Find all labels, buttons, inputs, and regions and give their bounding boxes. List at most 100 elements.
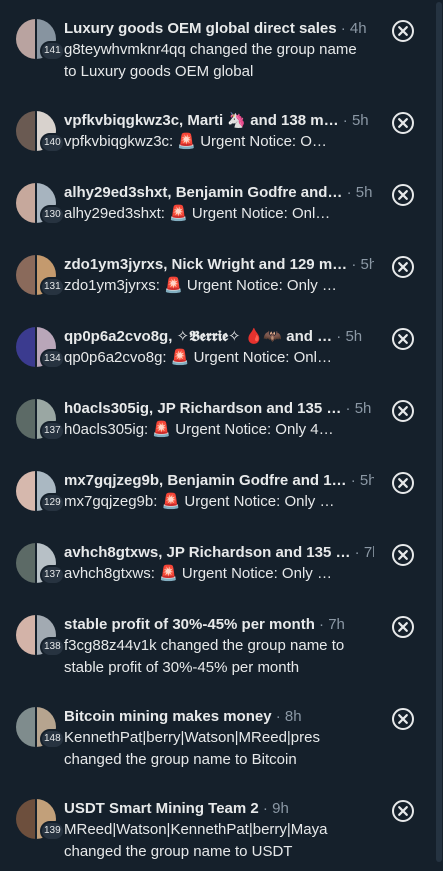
conversation-item[interactable]: 130 alhy29ed3shxt, Benjamin Godfre and… …	[0, 183, 433, 255]
separator-dot: ·	[338, 112, 352, 129]
member-count-badge: 131	[40, 277, 65, 297]
conversation-time: 5h	[345, 328, 363, 345]
conversation-header: avhch8gtxws, JP Richardson and 135 … · 7…	[64, 543, 374, 563]
close-button[interactable]	[389, 797, 417, 825]
avatar-divider	[35, 327, 37, 367]
avatar-divider	[35, 111, 37, 151]
member-count-badge: 137	[40, 421, 65, 441]
conversation-item[interactable]: 139 USDT Smart Mining Team 2 · 9h MReed|…	[0, 799, 433, 871]
avatar-left-photo	[16, 543, 36, 583]
conversation-time: 5h	[360, 256, 375, 273]
conversation-header: stable profit of 30%-45% per month · 7h	[64, 615, 374, 635]
message-preview: vpfkvbiqgkwz3c: 🚨 Urgent Notice: O…	[64, 133, 327, 150]
conversation-item[interactable]: 137 avhch8gtxws, JP Richardson and 135 ……	[0, 543, 433, 615]
conversation-time: 9h	[272, 800, 289, 817]
avatar-left-photo	[16, 183, 36, 223]
close-button[interactable]	[389, 469, 417, 497]
message-preview: avhch8gtxws: 🚨 Urgent Notice: Only …	[64, 565, 332, 582]
conversation-header: Luxury goods OEM global direct sales · 4…	[64, 19, 374, 39]
conversation-name: stable profit of 30%-45% per month	[64, 616, 315, 633]
conversation-item[interactable]: 148 Bitcoin mining makes money · 8h Kenn…	[0, 707, 433, 779]
close-circle-icon	[392, 20, 414, 42]
conversation-name: alhy29ed3shxt, Benjamin Godfre and…	[64, 184, 343, 201]
avatar-left-photo	[16, 255, 36, 295]
close-button[interactable]	[389, 705, 417, 733]
avatar-left-photo	[16, 471, 36, 511]
separator-dot: ·	[347, 256, 361, 273]
conversation-header: qp0p6a2cvo8g, ✧𝕭𝖊𝖗𝖗𝖎𝖊✧ 🩸🦇 and … · 5h	[64, 327, 374, 347]
conversation-item[interactable]: 141 Luxury goods OEM global direct sales…	[0, 19, 433, 91]
avatar-divider	[35, 799, 37, 839]
conversation-time: 5h	[351, 112, 369, 129]
avatar-divider	[35, 19, 37, 59]
conversation-time: 5h	[355, 184, 373, 201]
avatar-left-photo	[16, 19, 36, 59]
close-button[interactable]	[389, 17, 417, 45]
conversation-time: 8h	[284, 708, 302, 725]
member-count-badge: 140	[40, 133, 65, 153]
scrollbar[interactable]	[435, 0, 443, 864]
avatar-divider	[35, 615, 37, 655]
separator-dot: ·	[314, 616, 329, 633]
avatar-divider	[35, 543, 37, 583]
close-circle-icon	[392, 112, 414, 134]
avatar-left-photo	[16, 327, 36, 367]
conversation-time: 4h	[349, 20, 367, 37]
avatar-divider	[35, 471, 37, 511]
separator-dot: ·	[342, 184, 356, 201]
avatar-left-photo	[16, 111, 36, 151]
conversation-name: qp0p6a2cvo8g, ✧𝕭𝖊𝖗𝖗𝖎𝖊✧ 🩸🦇 and …	[64, 328, 333, 345]
avatar-left-photo	[16, 399, 36, 439]
conversation-header: mx7gqjzeg9b, Benjamin Godfre and 1… · 5h	[64, 471, 374, 491]
message-preview: mx7gqjzeg9b: 🚨 Urgent Notice: Only …	[64, 493, 335, 510]
conversation-time: 5h	[359, 472, 374, 489]
close-button[interactable]	[389, 109, 417, 137]
close-circle-icon	[392, 328, 414, 350]
message-preview: alhy29ed3shxt: 🚨 Urgent Notice: Onl…	[64, 205, 331, 222]
close-circle-icon	[392, 708, 414, 730]
conversation-item[interactable]: 131 zdo1ym3jyrxs, Nick Wright and 129 m……	[0, 255, 433, 327]
close-circle-icon	[392, 616, 414, 638]
conversation-item[interactable]: 134 qp0p6a2cvo8g, ✧𝕭𝖊𝖗𝖗𝖎𝖊✧ 🩸🦇 and … · 5h…	[0, 327, 433, 399]
close-circle-icon	[392, 800, 414, 822]
message-preview: zdo1ym3jyrxs: 🚨 Urgent Notice: Only …	[64, 277, 337, 294]
avatar-divider	[35, 707, 37, 747]
member-count-badge: 139	[40, 821, 65, 841]
close-circle-icon	[392, 544, 414, 566]
conversation-name: avhch8gtxws, JP Richardson and 135 …	[64, 544, 351, 561]
conversation-name: zdo1ym3jyrxs, Nick Wright and 129 m…	[64, 256, 348, 273]
member-count-badge: 141	[40, 41, 65, 61]
message-preview: h0acls305ig: 🚨 Urgent Notice: Only 4…	[64, 421, 334, 438]
avatar-divider	[35, 255, 37, 295]
scrollbar-thumb[interactable]	[436, 2, 442, 862]
conversation-header: h0acls305ig, JP Richardson and 135 … · 5…	[64, 399, 374, 419]
close-button[interactable]	[389, 541, 417, 569]
conversation-name: h0acls305ig, JP Richardson and 135 …	[64, 400, 342, 417]
avatar-left-photo	[16, 615, 36, 655]
conversation-name: USDT Smart Mining Team 2	[64, 800, 259, 817]
conversation-header: alhy29ed3shxt, Benjamin Godfre and… · 5h	[64, 183, 374, 203]
conversation-name: Luxury goods OEM global direct sales	[64, 20, 337, 37]
conversation-item[interactable]: 140 vpfkvbiqgkwz3c, Marti 🦄 and 138 m… ·…	[0, 111, 433, 183]
conversation-time: 7h	[363, 544, 374, 561]
conversation-item[interactable]: 138 stable profit of 30%-45% per month ·…	[0, 615, 433, 687]
separator-dot: ·	[271, 708, 285, 725]
separator-dot: ·	[350, 544, 364, 561]
close-button[interactable]	[389, 181, 417, 209]
conversation-header: vpfkvbiqgkwz3c, Marti 🦄 and 138 m… · 5h	[64, 111, 374, 131]
member-count-badge: 138	[40, 637, 65, 657]
conversation-list: 141 Luxury goods OEM global direct sales…	[0, 0, 443, 864]
close-circle-icon	[392, 256, 414, 278]
close-button[interactable]	[389, 613, 417, 641]
avatar-divider	[35, 399, 37, 439]
separator-dot: ·	[336, 20, 350, 37]
conversation-item[interactable]: 137 h0acls305ig, JP Richardson and 135 ……	[0, 399, 433, 471]
close-button[interactable]	[389, 253, 417, 281]
separator-dot: ·	[341, 400, 355, 417]
close-button[interactable]	[389, 397, 417, 425]
conversation-header: zdo1ym3jyrxs, Nick Wright and 129 m… · 5…	[64, 255, 374, 275]
conversation-item[interactable]: 129 mx7gqjzeg9b, Benjamin Godfre and 1… …	[0, 471, 433, 543]
message-preview: MReed|Watson|KennethPat|berry|Maya chang…	[64, 821, 328, 860]
close-button[interactable]	[389, 325, 417, 353]
avatar-left-photo	[16, 707, 36, 747]
